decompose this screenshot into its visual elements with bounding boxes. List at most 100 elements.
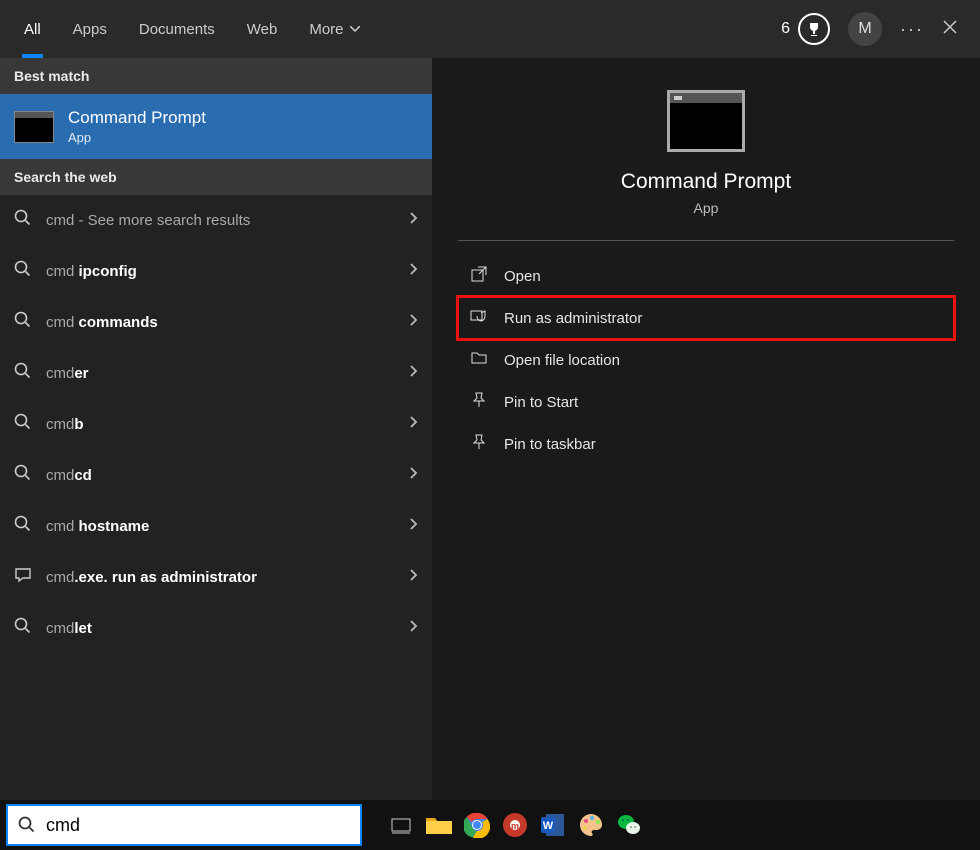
chrome-button[interactable] <box>462 810 492 840</box>
word-button[interactable]: W <box>538 810 568 840</box>
web-result-item[interactable]: cmdcd <box>0 450 432 501</box>
search-icon <box>14 362 32 385</box>
chat-icon <box>14 566 32 589</box>
results-left-pane: Best match Command Prompt App Search the… <box>0 58 432 800</box>
search-icon <box>14 617 32 640</box>
search-icon <box>14 515 32 538</box>
chevron-right-icon <box>408 465 418 486</box>
web-result-item[interactable]: cmd - See more search results <box>0 195 432 246</box>
file-explorer-button[interactable] <box>424 810 454 840</box>
web-result-text: cmdlet <box>46 620 394 637</box>
web-result-text: cmd ipconfig <box>46 263 394 280</box>
action-pin-to-start[interactable]: Pin to Start <box>458 381 954 423</box>
chevron-right-icon <box>408 618 418 639</box>
search-icon <box>14 464 32 487</box>
search-web-header: Search the web <box>0 159 432 195</box>
best-match-result[interactable]: Command Prompt App <box>0 94 432 159</box>
word-icon: W <box>540 812 566 838</box>
topbar-right: 6 M ··· <box>781 12 972 46</box>
search-icon <box>18 816 36 834</box>
wechat-button[interactable] <box>614 810 644 840</box>
search-topbar: All Apps Documents Web More 6 M ··· <box>0 0 980 58</box>
rewards-count: 6 <box>781 20 790 38</box>
search-columns: Best match Command Prompt App Search the… <box>0 58 980 800</box>
chevron-right-icon <box>408 210 418 231</box>
action-run-as-administrator[interactable]: Run as administrator <box>458 297 954 339</box>
web-result-item[interactable]: cmd ipconfig <box>0 246 432 297</box>
web-result-text: cmd.exe. run as administrator <box>46 569 394 586</box>
task-view-button[interactable] <box>386 810 416 840</box>
chevron-right-icon <box>408 261 418 282</box>
chevron-right-icon <box>408 567 418 588</box>
chevron-right-icon <box>408 312 418 333</box>
folder-icon <box>470 349 488 371</box>
action-open[interactable]: Open <box>458 255 954 297</box>
action-pin-to-taskbar[interactable]: Pin to taskbar <box>458 423 954 465</box>
web-result-item[interactable]: cmd commands <box>0 297 432 348</box>
folder-icon <box>425 814 453 836</box>
web-result-text: cmder <box>46 365 394 382</box>
best-match-subtitle: App <box>68 130 206 145</box>
web-result-item[interactable]: cmder <box>0 348 432 399</box>
web-result-text: cmd - See more search results <box>46 212 394 229</box>
preview-pane: Command Prompt App Open Run as administra… <box>432 58 980 800</box>
action-open-file-location[interactable]: Open file location <box>458 339 954 381</box>
chevron-right-icon <box>408 414 418 435</box>
search-icon <box>14 260 32 283</box>
close-button[interactable] <box>942 19 958 40</box>
chevron-right-icon <box>408 363 418 384</box>
chrome-alt-icon: m <box>502 812 528 838</box>
task-view-icon <box>390 814 412 836</box>
palette-icon <box>578 812 604 838</box>
best-match-header: Best match <box>0 58 432 94</box>
tab-more[interactable]: More <box>293 0 375 58</box>
pin-icon <box>470 433 488 455</box>
web-result-item[interactable]: cmdlet <box>0 603 432 654</box>
taskbar-search-input[interactable] <box>46 815 350 836</box>
tab-more-label: More <box>309 21 343 38</box>
search-tabs: All Apps Documents Web More <box>8 0 376 58</box>
best-match-title: Command Prompt <box>68 108 206 128</box>
preview-header: Command Prompt App <box>458 78 954 241</box>
cmd-icon-large <box>667 90 745 152</box>
action-label: Open <box>504 268 541 285</box>
web-result-text: cmd commands <box>46 314 394 331</box>
preview-actions: Open Run as administrator Open file locati… <box>458 255 954 465</box>
action-label: Pin to Start <box>504 394 578 411</box>
preview-subtitle: App <box>694 200 719 216</box>
chevron-right-icon <box>408 516 418 537</box>
action-label: Pin to taskbar <box>504 436 596 453</box>
web-result-item[interactable]: cmdb <box>0 399 432 450</box>
svg-text:m: m <box>511 821 519 831</box>
taskbar-search-box[interactable] <box>6 804 362 846</box>
tab-all[interactable]: All <box>8 0 57 58</box>
search-icon <box>14 311 32 334</box>
web-result-item[interactable]: cmd.exe. run as administrator <box>0 552 432 603</box>
cmd-icon <box>14 111 54 143</box>
chrome-canary-button[interactable]: m <box>500 810 530 840</box>
rewards-button[interactable]: 6 <box>781 13 830 45</box>
chrome-icon <box>464 812 490 838</box>
start-search-panel: All Apps Documents Web More 6 M ··· <box>0 0 980 800</box>
best-match-text: Command Prompt App <box>68 108 206 145</box>
preview-title: Command Prompt <box>621 170 791 194</box>
tab-apps[interactable]: Apps <box>57 0 123 58</box>
paint-button[interactable] <box>576 810 606 840</box>
taskbar: m W <box>0 800 980 850</box>
web-result-text: cmdcd <box>46 467 394 484</box>
trophy-icon <box>798 13 830 45</box>
close-icon <box>942 19 958 35</box>
pin-icon <box>470 391 488 413</box>
tab-web[interactable]: Web <box>231 0 294 58</box>
wechat-icon <box>616 812 642 838</box>
search-icon <box>14 209 32 232</box>
user-avatar[interactable]: M <box>848 12 882 46</box>
more-options-button[interactable]: ··· <box>900 19 924 40</box>
tab-documents[interactable]: Documents <box>123 0 231 58</box>
web-result-item[interactable]: cmd hostname <box>0 501 432 552</box>
search-icon <box>14 413 32 436</box>
action-label: Open file location <box>504 352 620 369</box>
web-result-text: cmdb <box>46 416 394 433</box>
action-label: Run as administrator <box>504 310 642 327</box>
open-icon <box>470 265 488 287</box>
